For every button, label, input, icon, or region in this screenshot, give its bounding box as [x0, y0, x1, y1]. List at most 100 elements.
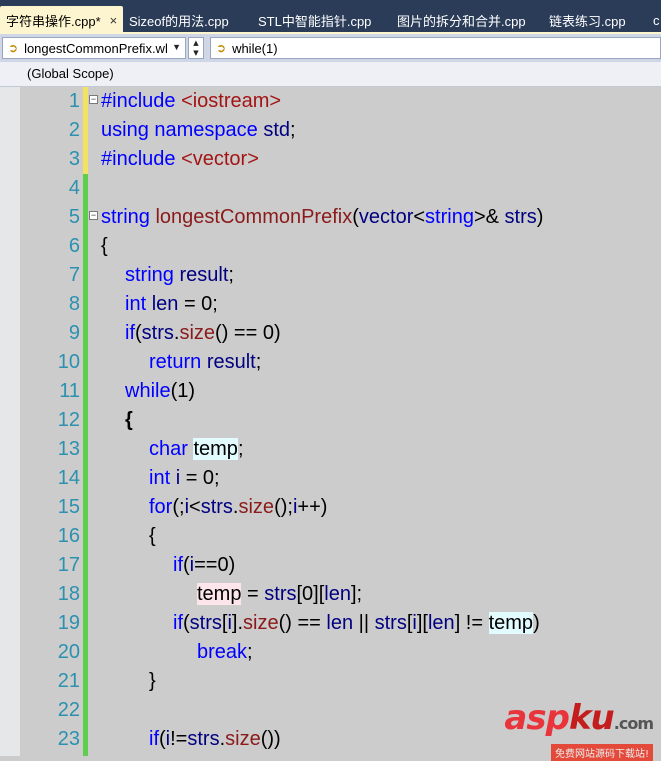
- code-text: char temp;: [149, 435, 244, 464]
- tab-label: 图片的拆分和合并.cpp: [397, 13, 526, 29]
- code-token: ;: [237, 438, 244, 460]
- code-text: temp = strs[0][len];: [197, 580, 362, 609]
- code-token: () == 0): [215, 322, 281, 344]
- tab-linked-list[interactable]: 链表练习.cpp: [549, 7, 626, 33]
- code-token: temp: [193, 438, 238, 460]
- code-text: while(1): [125, 377, 195, 406]
- tab-string-ops[interactable]: 字符串操作.cpp* ×: [0, 6, 124, 34]
- code-token: (: [183, 554, 190, 576]
- line-number: 2: [68, 119, 80, 141]
- tab-overflow[interactable]: c: [653, 7, 660, 33]
- code-token: strs: [504, 206, 537, 228]
- keyword-token: for: [149, 496, 173, 518]
- chevron-up-icon[interactable]: ▲: [189, 38, 203, 48]
- line-number: 9: [68, 322, 80, 344]
- line-number: 22: [57, 699, 80, 721]
- tab-stl-smart-pointer[interactable]: STL中智能指针.cpp: [258, 7, 371, 33]
- code-line[interactable]: 15 for(;i<strs.size();i++): [0, 493, 661, 522]
- code-editor[interactable]: 1− #include <iostream> 2 using namespace st…: [0, 87, 661, 756]
- line-number: 7: [68, 264, 80, 286]
- code-line[interactable]: 3 #include <vector>: [0, 145, 661, 174]
- code-text: if(i==0): [173, 551, 235, 580]
- code-line[interactable]: 6{: [0, 232, 661, 261]
- code-token: ;: [228, 264, 234, 286]
- tab-label: 链表练习.cpp: [549, 13, 626, 29]
- line-number: 8: [68, 293, 80, 315]
- code-line[interactable]: 18 temp = strs[0][len];: [0, 580, 661, 609]
- collapse-icon[interactable]: −: [89, 211, 98, 220]
- code-token: () ==: [278, 612, 327, 634]
- scope-label: (Global Scope): [27, 66, 114, 81]
- code-line[interactable]: 21}: [0, 667, 661, 696]
- keyword-token: if: [149, 728, 159, 750]
- code-token: size: [243, 612, 279, 634]
- keyword-token: break: [197, 641, 248, 663]
- close-icon[interactable]: ×: [110, 13, 118, 28]
- code-token: {: [101, 235, 108, 257]
- code-text: if(strs[i].size() == len || strs[i][len]…: [173, 609, 540, 638]
- collapse-icon[interactable]: −: [89, 95, 98, 104]
- keyword-token: if: [173, 612, 183, 634]
- code-token: !=: [170, 728, 188, 750]
- member-dropdown[interactable]: ➲ while(1): [210, 37, 661, 59]
- scope-bar[interactable]: (Global Scope): [0, 62, 661, 87]
- chevron-down-icon[interactable]: ▼: [172, 42, 181, 52]
- watermark-subtitle: 免费网站源码下载站!: [550, 744, 653, 761]
- code-token: ++): [297, 496, 328, 518]
- code-line[interactable]: 2 using namespace std;: [0, 116, 661, 145]
- code-line[interactable]: 16 {: [0, 522, 661, 551]
- code-token: >&: [473, 206, 505, 228]
- code-token: len: [427, 612, 455, 634]
- code-line[interactable]: 4: [0, 174, 661, 203]
- code-token: =: [241, 583, 265, 605]
- code-token: #include: [101, 148, 182, 170]
- code-line[interactable]: 10 return result;: [0, 348, 661, 377]
- keyword-token: while: [125, 380, 171, 402]
- code-token: size: [225, 728, 261, 750]
- line-number: 23: [57, 728, 80, 750]
- split-spinner[interactable]: ▲ ▼: [188, 37, 204, 59]
- code-token: vector: [358, 206, 414, 228]
- code-line[interactable]: 5− string longestCommonPrefix(vector<stri…: [0, 203, 661, 232]
- member-value: while(1): [232, 40, 278, 56]
- code-line[interactable]: 19 if(strs[i].size() == len || strs[i][le…: [0, 609, 661, 638]
- code-token: ||: [353, 612, 375, 634]
- line-number: 5: [68, 206, 80, 228]
- file-scope-dropdown[interactable]: ➲ longestCommonPrefix.wl ▼: [2, 37, 186, 59]
- code-text: {: [149, 522, 156, 551]
- code-line[interactable]: 7 string result;: [0, 261, 661, 290]
- code-line[interactable]: 17 if(i==0): [0, 551, 661, 580]
- navigation-bar: ➲ longestCommonPrefix.wl ▼ ▲ ▼ ➲ while(1…: [0, 34, 661, 62]
- code-line[interactable]: 11 while(1): [0, 377, 661, 406]
- code-token: strs: [200, 496, 233, 518]
- code-line[interactable]: 20 break;: [0, 638, 661, 667]
- code-token: ;: [247, 641, 253, 663]
- code-token: <: [189, 496, 201, 518]
- code-token: ()): [260, 728, 281, 750]
- code-text: #include <iostream>: [101, 87, 281, 116]
- line-number: 21: [57, 670, 80, 692]
- code-token: [0][: [296, 583, 325, 605]
- code-text: using namespace std;: [101, 116, 296, 145]
- code-line[interactable]: 14 int i = 0;: [0, 464, 661, 493]
- keyword-token: int: [149, 467, 171, 489]
- code-line[interactable]: 8 int len = 0;: [0, 290, 661, 319]
- code-line[interactable]: 13 char temp;: [0, 435, 661, 464]
- line-number: 16: [57, 525, 80, 547]
- keyword-token: return: [149, 351, 202, 373]
- tab-sizeof[interactable]: Sizeof的用法.cpp: [129, 7, 229, 33]
- keyword-token: if: [125, 322, 135, 344]
- code-token: {: [149, 525, 156, 547]
- document-tab-strip: 字符串操作.cpp* × Sizeof的用法.cpp STL中智能指针.cpp …: [0, 0, 661, 34]
- line-number: 3: [68, 148, 80, 170]
- chevron-down-icon[interactable]: ▼: [189, 48, 203, 58]
- line-number: 12: [57, 409, 80, 431]
- line-number: 14: [57, 467, 80, 489]
- code-line[interactable]: 12 {: [0, 406, 661, 435]
- tab-image-split-merge[interactable]: 图片的拆分和合并.cpp: [397, 7, 526, 33]
- line-number: 18: [57, 583, 80, 605]
- code-line[interactable]: 1− #include <iostream>: [0, 87, 661, 116]
- code-line[interactable]: 9 if(strs.size() == 0): [0, 319, 661, 348]
- watermark-logo: aspku.com: [504, 698, 654, 738]
- code-token: len: [324, 583, 351, 605]
